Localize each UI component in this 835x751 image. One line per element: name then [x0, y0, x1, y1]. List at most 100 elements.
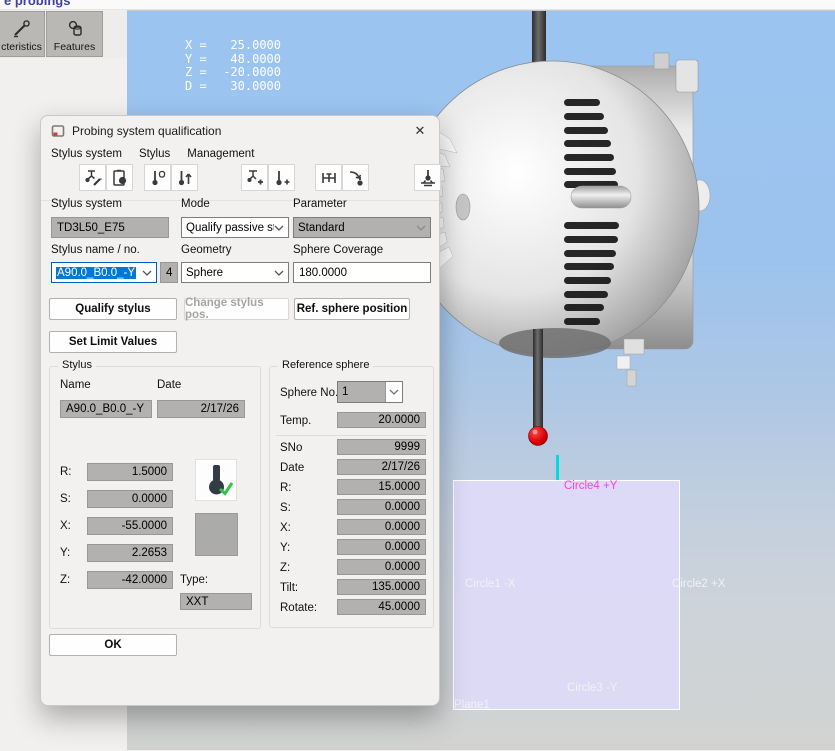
- stylus-no-field: 4: [160, 262, 178, 283]
- group-separator: [276, 435, 427, 436]
- readout-y: 48.0000: [215, 53, 281, 67]
- ref-sphere-position-button[interactable]: Ref. sphere position: [294, 298, 410, 320]
- stylus-status-box: [195, 459, 237, 501]
- plane-label-circle1: Circle1 -X: [465, 578, 515, 590]
- measurement-plane[interactable]: [453, 480, 680, 710]
- plane-label-plane1: Plane1: [454, 699, 490, 711]
- close-icon[interactable]: ✕: [412, 123, 428, 139]
- stylus-r-display: 1.5000: [87, 463, 173, 481]
- type-label: Type:: [180, 574, 208, 586]
- stylus-y-display: 2.2653: [87, 544, 173, 562]
- parameter-label: Parameter: [293, 198, 347, 210]
- manual-qualification-icon[interactable]: [144, 164, 171, 191]
- rotate-label: Rotate:: [280, 602, 317, 614]
- dialog-titlebar[interactable]: Probing system qualification: [41, 116, 439, 146]
- stylus-group-legend: Stylus: [58, 359, 96, 371]
- tab-label: cteristics: [1, 41, 42, 53]
- sno-display: 9999: [337, 439, 426, 455]
- ref-s-display: 0.0000: [337, 499, 426, 515]
- sphere-no-combobox[interactable]: 1: [337, 381, 403, 403]
- tab-features[interactable]: Features: [46, 11, 103, 57]
- ref-date-label: Date: [280, 462, 304, 474]
- z-label: Z:: [60, 574, 70, 586]
- chevron-down-icon: [274, 225, 284, 231]
- stylus-up-icon[interactable]: [171, 164, 198, 191]
- mode-combobox[interactable]: Qualify passive stylu: [181, 217, 289, 238]
- plane-label-circle3: Circle3 -Y: [567, 682, 617, 694]
- tilt-label: Tilt:: [280, 582, 298, 594]
- plane-label-circle2: Circle2 +X: [672, 578, 725, 590]
- characteristics-icon: [11, 19, 33, 39]
- top-strip: e probings: [0, 0, 835, 10]
- edit-stylus-system-icon[interactable]: [79, 164, 106, 191]
- ok-button[interactable]: OK: [49, 634, 177, 656]
- tab-characteristics[interactable]: cteristics: [0, 11, 45, 57]
- reference-sphere-group: Reference sphere Sphere No. 1 Temp. 20.0…: [269, 366, 434, 628]
- chevron-down-icon: [274, 270, 284, 276]
- stylus-list-icon[interactable]: [106, 164, 133, 191]
- geometry-label: Geometry: [181, 244, 232, 256]
- ref-x-label: X:: [280, 522, 291, 534]
- coverage-input[interactable]: 180.0000: [293, 262, 431, 283]
- name-label: Name: [60, 379, 91, 391]
- stylus-name-display: A90.0_B0.0_-Y: [60, 400, 152, 418]
- temp-label: Temp.: [280, 415, 311, 427]
- ref-s-label: S:: [280, 502, 291, 514]
- sno-label: SNo: [280, 442, 302, 454]
- stylus-date-display: 2/17/26: [157, 400, 245, 418]
- readout-z: -20.0000: [215, 66, 281, 80]
- stylus-x-display: -55.0000: [87, 517, 173, 535]
- set-limit-values-button[interactable]: Set Limit Values: [49, 331, 177, 353]
- ref-y-display: 0.0000: [337, 539, 426, 555]
- sphere-no-dropdown[interactable]: [385, 382, 402, 402]
- ref-date-display: 2/17/26: [337, 459, 426, 475]
- plane-label-circle4: Circle4 +Y: [564, 480, 617, 492]
- chevron-down-icon: [416, 225, 426, 231]
- reference-sphere-legend: Reference sphere: [278, 359, 373, 371]
- app-icon: [51, 124, 65, 138]
- y-label: Y:: [60, 547, 70, 559]
- stylus-preview-placeholder: [195, 513, 238, 556]
- qualify-stylus-button[interactable]: Qualify stylus: [49, 298, 177, 320]
- ref-r-display: 15.0000: [337, 479, 426, 495]
- readout-x: 25.0000: [215, 39, 281, 53]
- stylus-tip-ball: [529, 427, 548, 446]
- sphere-no-label: Sphere No.: [280, 387, 338, 399]
- ref-y-label: Y:: [280, 542, 290, 554]
- ref-z-label: Z:: [280, 562, 290, 574]
- stylus-name-value: A90.0_B0.0_-Y: [56, 267, 136, 279]
- qualify-on-sphere-icon[interactable]: [414, 164, 441, 191]
- sphere-no-value: 1: [342, 386, 348, 398]
- tab-label: Features: [54, 41, 95, 53]
- ribbon-tabstrip: cteristics Features: [0, 11, 127, 58]
- position-marker: [556, 455, 559, 481]
- temp-display: 20.0000: [337, 412, 426, 428]
- ref-z-display: 0.0000: [337, 559, 426, 575]
- add-stylus-icon[interactable]: [268, 164, 295, 191]
- parameter-combobox[interactable]: Standard: [293, 217, 431, 238]
- date-label: Date: [157, 379, 181, 391]
- menu-management[interactable]: Management: [187, 148, 254, 160]
- mode-label: Mode: [181, 198, 210, 210]
- coordinate-readout: X =25.0000 Y =48.0000 Z =-20.0000 D =30.…: [185, 39, 281, 93]
- rotate-display: 45.0000: [337, 599, 426, 615]
- stylus-z-display: -42.0000: [87, 571, 173, 589]
- reference-frame-icon[interactable]: [315, 164, 342, 191]
- stylus-system-label: Stylus system: [51, 198, 122, 210]
- geometry-combobox[interactable]: Sphere: [181, 262, 289, 283]
- chevron-down-icon: [142, 270, 152, 276]
- dialog-title: Probing system qualification: [72, 124, 221, 138]
- coverage-label: Sphere Coverage: [293, 244, 383, 256]
- change-position-icon[interactable]: [342, 164, 369, 191]
- chevron-down-icon: [389, 389, 399, 395]
- menu-stylus-system[interactable]: Stylus system: [51, 148, 122, 160]
- menu-stylus[interactable]: Stylus: [139, 148, 170, 160]
- add-stylus-system-icon[interactable]: [241, 164, 268, 191]
- features-icon: [64, 19, 86, 39]
- stylus-name-combobox[interactable]: A90.0_B0.0_-Y: [51, 262, 157, 283]
- stylus-type-display: XXT: [180, 593, 252, 610]
- geometry-value: Sphere: [186, 267, 223, 279]
- parameter-value: Standard: [298, 222, 345, 234]
- tilt-display: 135.0000: [337, 579, 426, 595]
- probing-qualification-dialog: Probing system qualification ✕ Stylus sy…: [40, 115, 440, 706]
